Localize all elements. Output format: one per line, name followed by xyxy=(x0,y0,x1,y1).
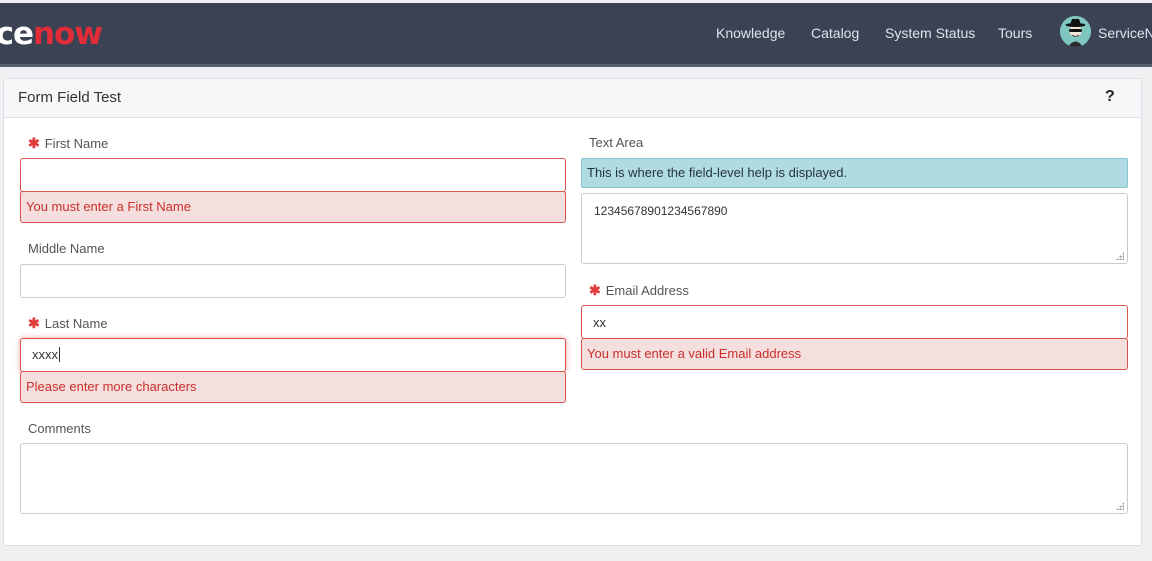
text-area-input[interactable]: 12345678901234567890 xyxy=(581,193,1128,264)
first-name-error: You must enter a First Name xyxy=(20,191,566,223)
help-question-icon[interactable]: ? xyxy=(1105,88,1115,106)
first-name-input[interactable] xyxy=(20,158,566,192)
text-area-help: This is where the field-level help is di… xyxy=(581,158,1128,188)
resize-grip-icon[interactable] xyxy=(1116,502,1124,510)
top-navbar: cenow Knowledge Catalog System Status To… xyxy=(0,3,1152,67)
email-input[interactable] xyxy=(581,305,1128,339)
required-asterisk-icon: ✱ xyxy=(28,315,40,331)
resize-grip-icon[interactable] xyxy=(1116,252,1124,260)
text-area-label: Text Area xyxy=(589,135,644,150)
middle-name-label: Middle Name xyxy=(28,241,105,256)
first-name-label: ✱ First Name xyxy=(28,135,108,152)
nav-catalog[interactable]: Catalog xyxy=(811,25,859,41)
form-panel: Form Field Test ? ✱ First Name You must e… xyxy=(3,78,1142,546)
logo-text-red: now xyxy=(32,17,103,51)
email-label-text: Email Address xyxy=(605,283,689,298)
email-label: ✱ Email Address xyxy=(589,282,689,299)
panel-header: Form Field Test ? xyxy=(4,79,1141,118)
email-error: You must enter a valid Email address xyxy=(581,338,1128,370)
text-area-value: 12345678901234567890 xyxy=(594,204,728,218)
last-name-value: xxxx xyxy=(32,347,58,362)
nav-system-status[interactable]: System Status xyxy=(885,25,975,41)
last-name-label: ✱ Last Name xyxy=(28,315,108,332)
required-asterisk-icon: ✱ xyxy=(589,282,601,298)
first-name-label-text: First Name xyxy=(44,136,109,151)
comments-textarea[interactable] xyxy=(20,443,1128,514)
last-name-error: Please enter more characters xyxy=(20,371,566,403)
last-name-input[interactable]: xxxx xyxy=(20,338,566,372)
nav-knowledge[interactable]: Knowledge xyxy=(716,25,785,41)
logo-text-white: ce xyxy=(0,17,34,51)
user-name[interactable]: ServiceNow xyxy=(1098,25,1152,41)
comments-label: Comments xyxy=(28,421,91,436)
panel-title: Form Field Test xyxy=(18,89,122,106)
nav-tours[interactable]: Tours xyxy=(998,25,1032,41)
last-name-label-text: Last Name xyxy=(44,316,108,331)
servicenow-logo[interactable]: cenow xyxy=(0,17,110,51)
middle-name-input[interactable] xyxy=(20,264,566,298)
text-caret xyxy=(59,347,60,362)
required-asterisk-icon: ✱ xyxy=(28,135,40,151)
spy-avatar-icon[interactable] xyxy=(1060,16,1091,47)
